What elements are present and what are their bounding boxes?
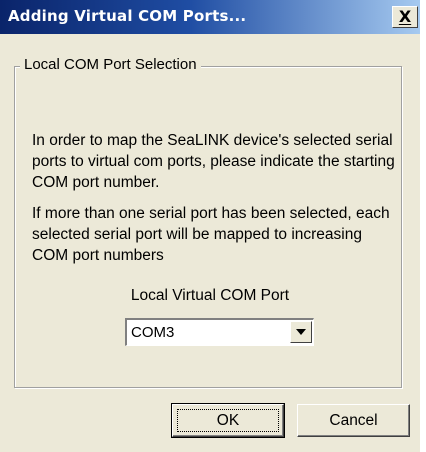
window-title: Adding Virtual COM Ports... (8, 7, 247, 25)
title-bar[interactable]: Adding Virtual COM Ports... X (0, 0, 420, 34)
ok-button[interactable]: OK (171, 403, 285, 438)
chevron-down-icon (296, 329, 306, 335)
ok-focus-rect: OK (177, 409, 279, 432)
com-port-select[interactable]: COM3 (125, 318, 314, 346)
dialog-window: Adding Virtual COM Ports... X Local COM … (0, 0, 420, 452)
mapping-note-text: If more than one serial port has been se… (32, 205, 390, 264)
dropdown-button[interactable] (290, 321, 312, 343)
com-port-selected-value: COM3 (131, 324, 175, 341)
close-button[interactable]: X (392, 6, 418, 28)
com-port-label: Local Virtual COM Port (130, 287, 290, 304)
close-icon: X (398, 7, 412, 26)
cancel-button-label: Cancel (329, 411, 378, 429)
groupbox-legend: Local COM Port Selection (20, 56, 201, 73)
instruction-text: In order to map the SeaLINK device's sel… (32, 132, 395, 191)
ok-button-label: OK (216, 411, 240, 429)
cancel-button[interactable]: Cancel (297, 404, 410, 437)
